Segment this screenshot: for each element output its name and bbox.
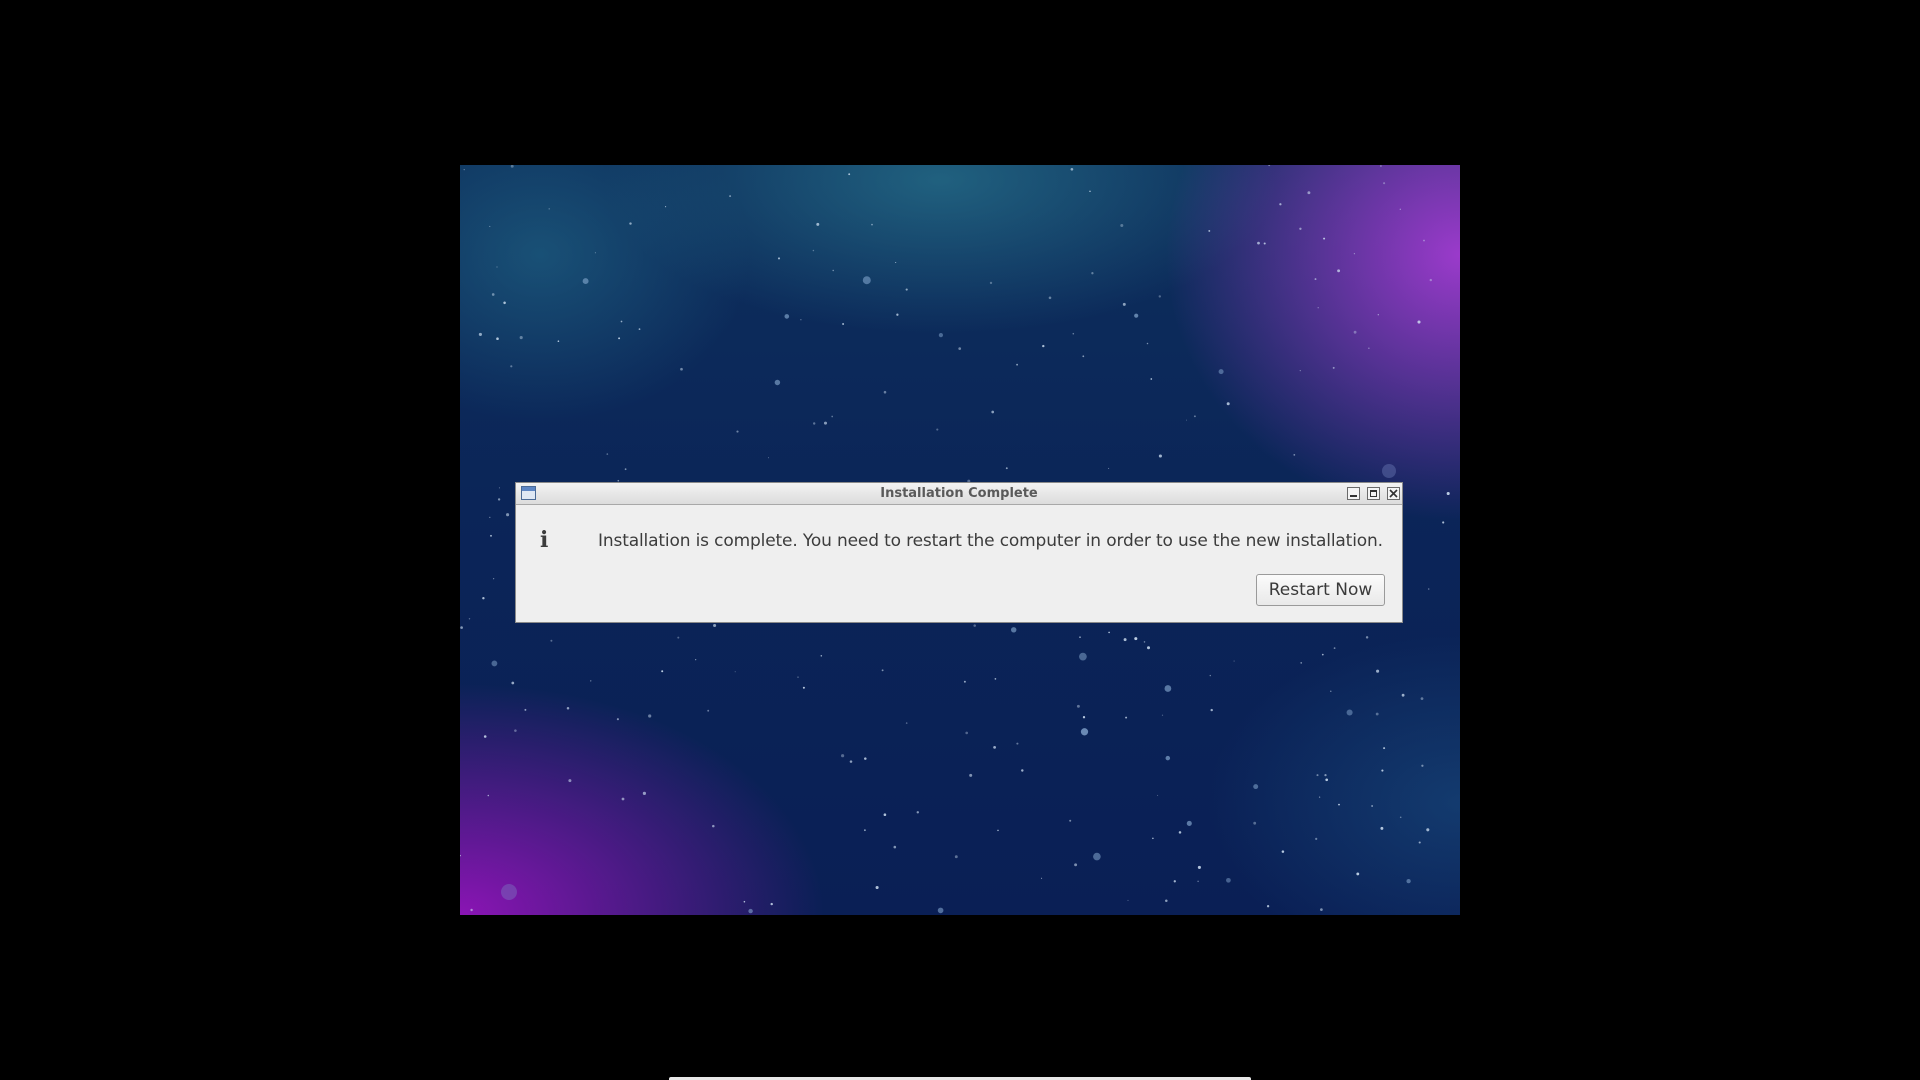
close-icon — [1389, 489, 1398, 498]
restart-now-button[interactable]: Restart Now — [1256, 574, 1385, 606]
dialog-message: Installation is complete. You need to re… — [598, 531, 1383, 551]
minimize-button[interactable] — [1347, 487, 1360, 500]
maximize-button[interactable] — [1367, 487, 1380, 500]
info-icon: i — [540, 527, 549, 553]
desktop: Installation Complete i Installation is … — [460, 165, 1460, 915]
title-bar[interactable]: Installation Complete — [516, 483, 1402, 505]
installation-complete-dialog: Installation Complete i Installation is … — [515, 482, 1403, 623]
close-button[interactable] — [1387, 487, 1400, 500]
dialog-title: Installation Complete — [880, 486, 1038, 501]
maximize-icon — [1370, 490, 1377, 497]
minimize-icon — [1350, 495, 1357, 497]
